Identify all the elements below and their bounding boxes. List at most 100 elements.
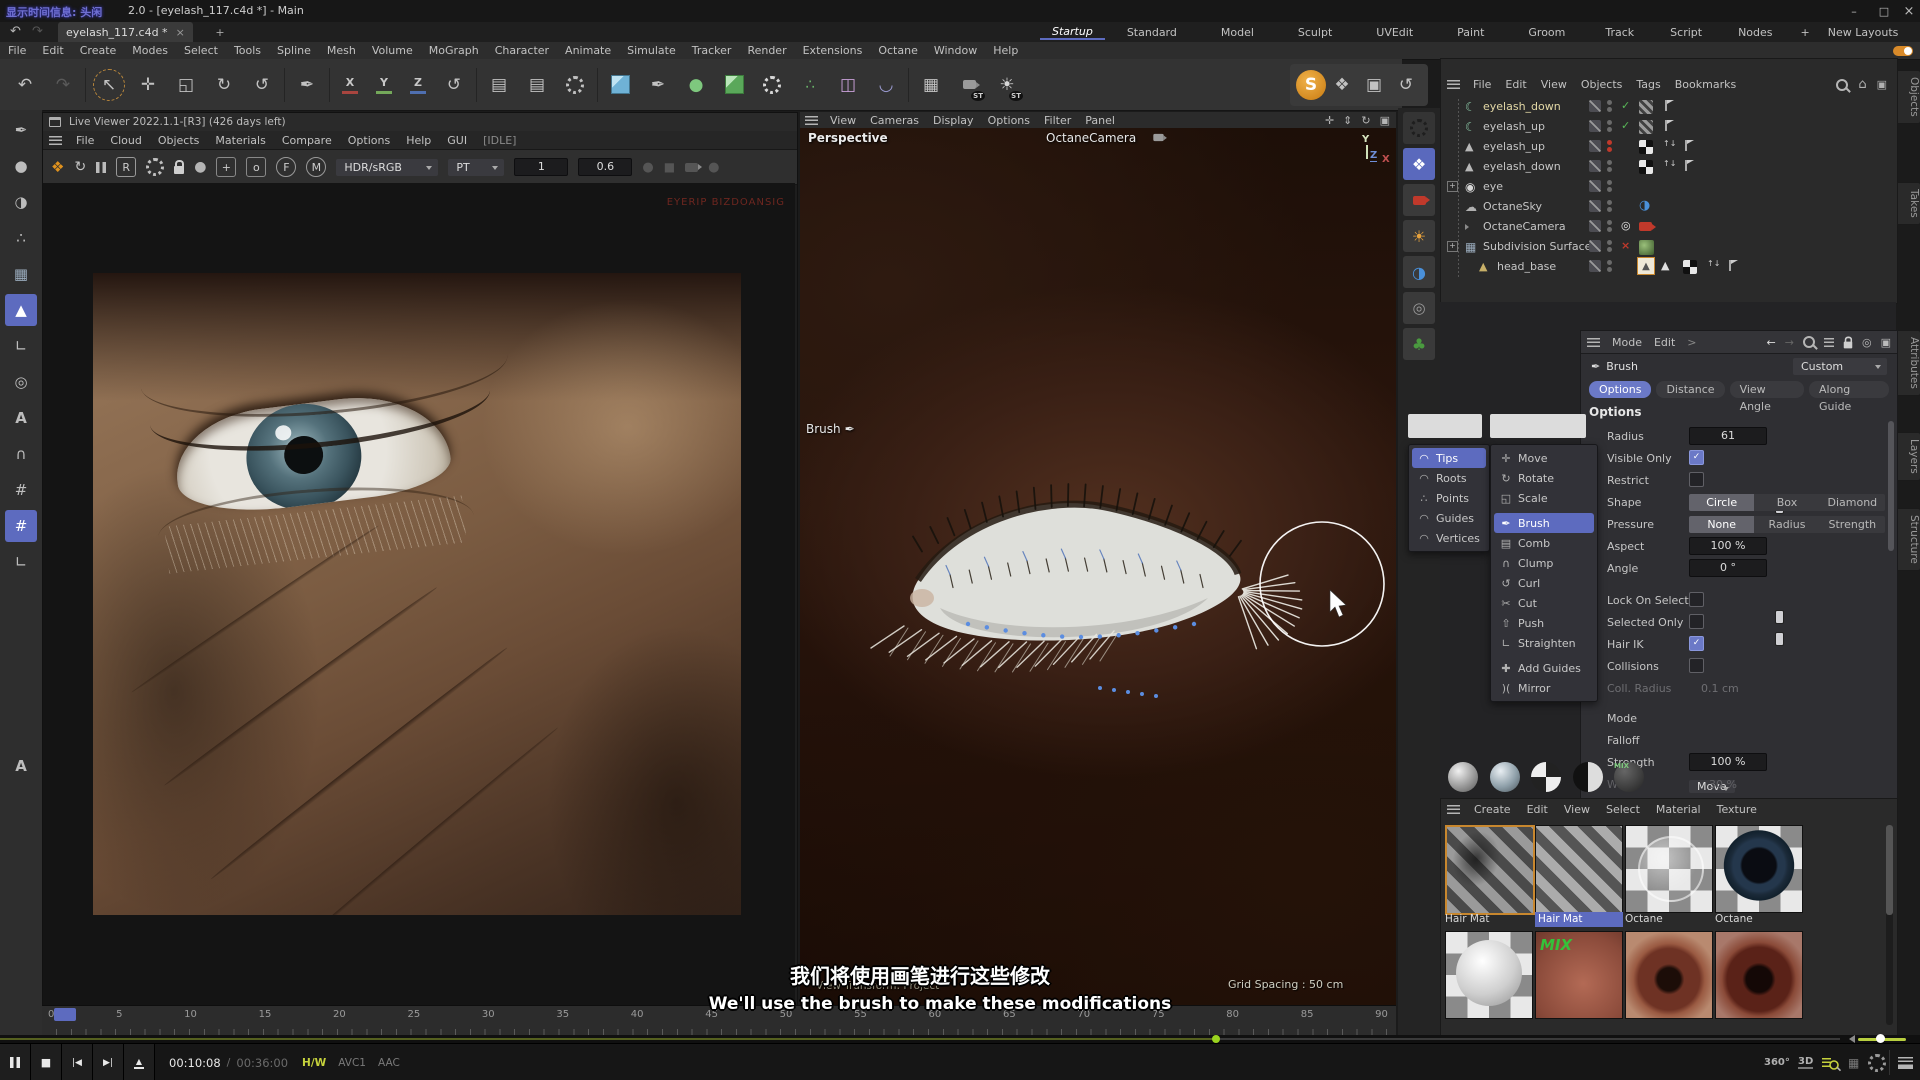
octane-contrast-button[interactable]: ◑	[1403, 256, 1435, 288]
menu-animate[interactable]: Animate	[557, 44, 619, 57]
new-layouts-button[interactable]: New Layouts	[1820, 26, 1907, 39]
menu-help[interactable]: Help	[985, 44, 1026, 57]
hair-scale-button[interactable]: ◱Scale	[1494, 488, 1594, 508]
move-tool[interactable]: ✛	[129, 66, 167, 104]
visibility-dots-red[interactable]	[1607, 138, 1612, 154]
gamma-field[interactable]: 0.6	[578, 158, 632, 176]
simulation-button[interactable]	[753, 66, 791, 104]
stop-button[interactable]: ■	[31, 1044, 62, 1080]
expand-icon[interactable]: +	[1447, 181, 1458, 192]
guide-point[interactable]	[1140, 692, 1144, 696]
layout-tab-sculpt[interactable]: Sculpt	[1276, 26, 1354, 39]
visibility-dots[interactable]	[1607, 178, 1612, 194]
hair-ik-checkbox[interactable]: ✓	[1689, 636, 1704, 651]
hair-cut-button[interactable]: ✂Cut	[1494, 593, 1594, 613]
redo-button[interactable]: ↷	[44, 66, 82, 104]
guide-point[interactable]	[1154, 628, 1158, 632]
enable-axis-button[interactable]: ∟	[5, 330, 37, 362]
guide-point[interactable]	[985, 625, 989, 629]
material-thumbnail-eye[interactable]	[1715, 931, 1803, 1019]
phong-tag[interactable]: ↑↓	[1707, 259, 1720, 268]
focus-picker-button[interactable]: F	[276, 157, 296, 177]
clay-mode-button[interactable]: o	[246, 157, 266, 177]
filter-icon[interactable]	[1824, 338, 1834, 347]
document-tab[interactable]: eyelash_117.c4d * ×	[58, 22, 193, 42]
lv-menu-materials[interactable]: Materials	[207, 134, 273, 147]
menu-mesh[interactable]: Mesh	[319, 44, 364, 57]
visibility-toggle[interactable]	[1589, 100, 1601, 112]
guide-point[interactable]	[1173, 625, 1177, 629]
checker-material-tag[interactable]	[1639, 160, 1653, 174]
guide-point[interactable]	[1192, 622, 1196, 626]
om-menu-edit[interactable]: Edit	[1498, 78, 1533, 91]
render-settings-gear-icon[interactable]	[146, 158, 164, 176]
checker-material-tag[interactable]	[1639, 140, 1653, 154]
select-roots-button[interactable]: ◠Roots	[1412, 468, 1486, 488]
last-tool[interactable]: ↺	[243, 66, 281, 104]
lv-menu-options[interactable]: Options	[340, 134, 398, 147]
magnet-mode-button[interactable]: ∩	[5, 438, 37, 470]
visibility-dots[interactable]	[1607, 158, 1612, 174]
coordinate-system-button[interactable]: ↺	[435, 66, 473, 104]
mat-menu-material[interactable]: Material	[1648, 803, 1709, 816]
menu-tracker[interactable]: Tracker	[684, 44, 740, 57]
layout-tab-nodes[interactable]: Nodes	[1720, 26, 1790, 39]
guide-point[interactable]	[1154, 694, 1158, 698]
checker-ball-icon[interactable]	[1531, 762, 1561, 792]
om-menu-file[interactable]: File	[1466, 78, 1498, 91]
restrict-checkbox[interactable]: ✓	[1689, 472, 1704, 487]
guide-point[interactable]	[1126, 690, 1130, 694]
pressure-strength[interactable]: Strength	[1820, 516, 1885, 533]
lock-z-axis-button[interactable]: Z	[401, 68, 435, 102]
deformer-button[interactable]: ◡	[867, 66, 905, 104]
flag-tag[interactable]	[1729, 260, 1731, 271]
hamburger-icon[interactable]	[805, 116, 818, 125]
phong-tag[interactable]: ↑↓	[1663, 159, 1676, 168]
select-guides-button[interactable]: ◠Guides	[1412, 508, 1486, 528]
object-name[interactable]: OctaneSky	[1483, 200, 1542, 213]
visibility-dots[interactable]	[1607, 118, 1612, 134]
make-editable-button[interactable]: ✒	[5, 114, 37, 146]
hair-move-button[interactable]: ✛Move	[1494, 448, 1594, 468]
selection-tag-active[interactable]: ▲	[1637, 257, 1655, 275]
layout-tab-model[interactable]: Model	[1199, 26, 1276, 39]
render-picture-viewer-button[interactable]: ▤	[518, 66, 556, 104]
material-ball-icon[interactable]: ●	[194, 159, 206, 175]
shape-segmented[interactable]: Circle Box Diamond	[1689, 494, 1885, 511]
render-view-button[interactable]: ▤	[480, 66, 518, 104]
side-tab-attributes[interactable]: Attributes	[1897, 330, 1920, 396]
side-tab-takes[interactable]: Takes	[1897, 182, 1920, 225]
live-selection-tool[interactable]: ↖	[93, 69, 125, 101]
layout-tab-paint[interactable]: Paint	[1435, 26, 1506, 39]
live-viewer-canvas[interactable]: EYERIP BIZDOANSIG	[43, 183, 795, 1009]
texture-tag[interactable]	[1639, 100, 1653, 114]
vp-menu-filter[interactable]: Filter	[1037, 114, 1078, 127]
search-icon[interactable]	[1803, 336, 1815, 348]
guide-point[interactable]	[1098, 686, 1102, 690]
redo-icon[interactable]: ↷	[32, 24, 43, 39]
visibility-toggle[interactable]	[1589, 240, 1601, 252]
object-row[interactable]: ☾ eyelash_up ✓	[1441, 117, 1895, 137]
colorspace-dropdown[interactable]: HDR/sRGB	[336, 159, 438, 176]
hamburger-icon[interactable]	[49, 136, 62, 145]
menu-spline[interactable]: Spline	[269, 44, 319, 57]
layout-tab-startup[interactable]: Startup	[1040, 25, 1105, 40]
object-row[interactable]: ▲ head_base ▲ ▲ ↑↓	[1441, 257, 1895, 277]
material-name-highlighted[interactable]: Hair Mat	[1535, 912, 1623, 927]
menu-extensions[interactable]: Extensions	[795, 44, 871, 57]
mat-menu-create[interactable]: Create	[1466, 803, 1519, 816]
snap-on-button[interactable]: #	[5, 510, 37, 542]
lv-menu-objects[interactable]: Objects	[150, 134, 208, 147]
pause-button[interactable]	[0, 1044, 31, 1080]
om-menu-tags[interactable]: Tags	[1629, 78, 1667, 91]
visible-only-checkbox[interactable]: ✓	[1689, 450, 1704, 465]
object-row[interactable]: + ▦ Subdivision Surface.1 ×	[1441, 237, 1895, 257]
sync-icon[interactable]: ↻	[74, 159, 86, 175]
object-row[interactable]: OctaneCamera ◎	[1441, 217, 1895, 237]
visibility-dots[interactable]	[1607, 198, 1612, 214]
mat-menu-texture[interactable]: Texture	[1709, 803, 1765, 816]
visibility-toggle[interactable]	[1589, 180, 1601, 192]
visibility-toggle[interactable]	[1589, 220, 1601, 232]
enabled-check-icon[interactable]: ✓	[1621, 99, 1630, 112]
playlist-search-button[interactable]	[1822, 1055, 1840, 1071]
